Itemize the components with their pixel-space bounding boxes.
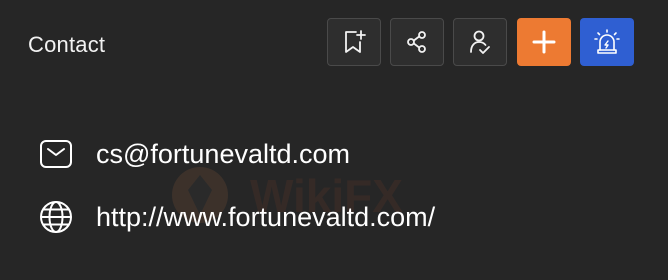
email-link[interactable]: cs@fortunevaltd.com <box>96 137 350 171</box>
add-button[interactable] <box>517 18 571 66</box>
bookmark-add-icon <box>345 30 366 53</box>
plus-icon <box>532 30 556 54</box>
email-row[interactable]: cs@fortunevaltd.com <box>38 136 350 172</box>
follow-button[interactable] <box>453 18 507 66</box>
share-icon <box>407 31 426 53</box>
globe-icon <box>38 199 74 235</box>
contact-title: Contact <box>28 32 106 57</box>
website-link[interactable]: http://www.fortunevaltd.com/ <box>96 200 435 234</box>
mail-icon <box>38 136 74 172</box>
alert-button[interactable] <box>580 18 634 66</box>
share-button[interactable] <box>390 18 444 66</box>
alarm-light-icon <box>594 29 620 54</box>
website-row[interactable]: http://www.fortunevaltd.com/ <box>38 199 435 235</box>
bookmark-button[interactable] <box>327 18 381 66</box>
user-check-icon <box>470 30 490 54</box>
